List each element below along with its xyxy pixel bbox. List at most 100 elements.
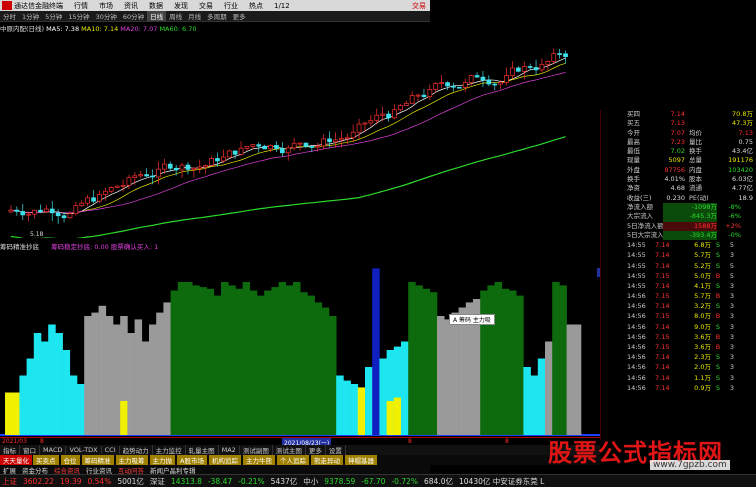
custom-tab[interactable]: 主力吸筹: [115, 455, 148, 465]
tab-qa[interactable]: 互动问答: [115, 465, 147, 475]
period-tab[interactable]: 1分钟: [19, 11, 42, 21]
custom-tab[interactable]: 买卖点: [33, 455, 59, 465]
tab-settings[interactable]: 设置: [326, 445, 346, 455]
candle-body: [344, 137, 350, 140]
zx-label[interactable]: 中小: [303, 476, 318, 487]
custom-tab[interactable]: 熊走异动: [310, 455, 343, 465]
tick-volume: 4.1万: [694, 281, 711, 290]
indicator-chart[interactable]: 0.860.750.500.25: [0, 251, 600, 436]
period-tab[interactable]: 多周期: [204, 11, 230, 21]
period-tab[interactable]: 5分钟: [42, 11, 65, 21]
candle-body: [209, 158, 214, 166]
sz-label[interactable]: 深证: [150, 476, 165, 487]
custom-tab[interactable]: 个人追踪: [276, 455, 309, 465]
sh-label[interactable]: 上证: [2, 476, 17, 487]
tab-special[interactable]: 新闻户晶利专辑: [147, 465, 199, 475]
period-tab[interactable]: 周线: [166, 11, 185, 21]
axis-mark: 8: [408, 438, 412, 445]
tab-window[interactable]: 窗口: [20, 445, 40, 455]
tick-row: 14:56 7.14 0.9万 S 3: [601, 383, 756, 393]
tab-macd[interactable]: MACD: [40, 446, 67, 454]
tab-test-main[interactable]: 测试主图: [273, 445, 306, 455]
menu-item-discover[interactable]: 发现: [174, 1, 188, 11]
tab-vol[interactable]: VOL-TDX: [66, 446, 102, 454]
candle-body: [67, 213, 73, 219]
menu-item-trade[interactable]: 交易: [199, 1, 213, 11]
flow-row: 5日大宗流入 -393.4万 -0%: [601, 230, 756, 241]
custom-tab[interactable]: 仓位: [60, 455, 80, 465]
candle-body: [162, 163, 167, 170]
candle-body: [203, 165, 208, 168]
tab-cci[interactable]: CCI: [102, 446, 120, 454]
watermark-url: www.7gpzb.com: [650, 460, 730, 470]
menu-item-hot[interactable]: 热点: [249, 1, 263, 11]
menu-item-market[interactable]: 行情: [74, 1, 88, 11]
period-tab[interactable]: 分时: [0, 11, 19, 21]
custom-tab[interactable]: 主力牛熊: [242, 455, 275, 465]
tick-count: 3: [729, 363, 735, 372]
quote-key: 最低: [627, 147, 640, 156]
tick-row: 14:56 7.14 9.0万 S 3: [601, 322, 756, 332]
axis-mark: 8: [40, 438, 44, 445]
tab-news[interactable]: 综合资讯: [51, 465, 83, 475]
candle-body: [362, 122, 368, 125]
trade-button[interactable]: 交易: [412, 1, 426, 11]
custom-tab[interactable]: 机构追踪: [208, 455, 241, 465]
menu-item-data[interactable]: 数据: [149, 1, 163, 11]
candle-body: [474, 75, 480, 78]
candle-body: [380, 113, 385, 116]
tab-main[interactable]: 轧量主图: [186, 445, 219, 455]
candle-body: [409, 95, 415, 104]
period-tab[interactable]: 月线: [185, 11, 204, 21]
tab-fund[interactable]: 资金分布: [19, 465, 51, 475]
indicator-bar: [379, 358, 387, 435]
indicator-bar: [458, 307, 467, 435]
date-axis: 2021/03 2021/08/23(一) 8 8 8: [0, 437, 600, 447]
signal-bar: [386, 401, 394, 435]
tab-ma2[interactable]: MA2: [219, 446, 240, 454]
period-tab-daily[interactable]: 日线: [147, 11, 167, 21]
menu-item-news[interactable]: 资讯: [124, 1, 138, 11]
period-tab[interactable]: 15分钟: [65, 11, 92, 21]
candle-body: [179, 164, 185, 171]
candle-body: [368, 119, 374, 124]
tab-expand[interactable]: 扩展: [0, 465, 19, 475]
tab-trend[interactable]: 趋势动力: [120, 445, 153, 455]
indicator-bar: [98, 305, 107, 435]
period-tab[interactable]: 60分钟: [120, 11, 147, 21]
custom-tab[interactable]: A股市场: [177, 455, 207, 465]
candle-body: [61, 215, 67, 219]
quote-value: 5097: [668, 156, 685, 165]
quote-key2: 均价: [689, 128, 702, 137]
quote-key2: 量比: [689, 137, 702, 146]
candlestick-chart[interactable]: 5.186.756.506.256.005.755.50: [0, 33, 600, 238]
menu-item-industry[interactable]: 行业: [224, 1, 238, 11]
indicator-bar: [271, 287, 279, 435]
quote-row: 最高 7.23 量比 0.75: [601, 138, 756, 147]
tick-side: S: [715, 383, 721, 392]
menu-item-exchange[interactable]: 市场: [99, 1, 113, 11]
tick-count: 3: [729, 312, 735, 321]
tick-side: S: [715, 363, 721, 372]
tab-test-sub[interactable]: 测试副图: [240, 445, 273, 455]
period-tab[interactable]: 30分钟: [93, 11, 120, 21]
ma5-line: [10, 57, 566, 215]
indicator-bar: [314, 302, 323, 435]
custom-tab[interactable]: 主力抛: [149, 455, 175, 465]
tab-more[interactable]: 更多: [306, 445, 326, 455]
tick-price: 7.14: [655, 373, 670, 382]
indicator-bar: [149, 324, 157, 435]
tab-quant[interactable]: 天天量化: [0, 455, 32, 465]
candle-body: [321, 138, 326, 147]
tab-indicator[interactable]: 指标: [0, 445, 20, 455]
tick-count: 3: [729, 332, 735, 341]
candle-body: [250, 144, 256, 147]
tab-monitor[interactable]: 主力监控: [153, 445, 186, 455]
tab-industry-news[interactable]: 行业资讯: [83, 465, 115, 475]
tick-side: S: [715, 302, 721, 311]
candle-body: [20, 211, 26, 216]
flow-row: 净流入额 -1098万 -8%: [601, 202, 756, 213]
custom-tab[interactable]: 神帽基器: [344, 455, 377, 465]
custom-tab[interactable]: 筹码精准: [81, 455, 114, 465]
period-tab[interactable]: 更多: [230, 11, 249, 21]
